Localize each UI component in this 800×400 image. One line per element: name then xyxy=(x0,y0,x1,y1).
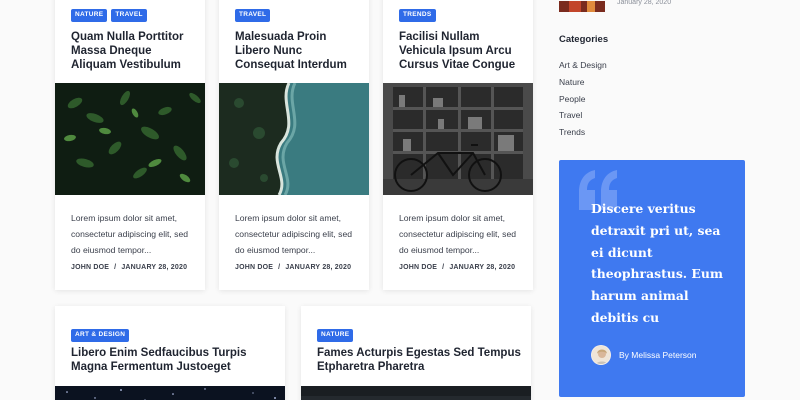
post-tags: Trends xyxy=(399,9,436,22)
post-tags: Art & Design xyxy=(71,323,130,342)
post-tags: Nature Travel xyxy=(71,9,147,22)
quote-widget: Discere veritus detraxit pri ut, sea ei … xyxy=(559,160,745,397)
post-author[interactable]: JOHN DOE xyxy=(235,264,273,271)
post-image-leaves[interactable] xyxy=(55,83,205,195)
categories-list: Art & Design Nature People Travel Trends xyxy=(559,58,607,142)
category-link-nature[interactable]: Nature xyxy=(559,75,607,92)
post-title[interactable]: Facilisi Nullam Vehicula Ipsum Arcu Curs… xyxy=(399,30,525,72)
quote-text: Discere veritus detraxit pri ut, sea ei … xyxy=(591,201,723,325)
post-card[interactable]: Art & Design Libero Enim Sedfaucibus Tur… xyxy=(55,306,285,400)
post-image-coast[interactable] xyxy=(219,83,369,195)
tag-nature[interactable]: Nature xyxy=(71,9,108,22)
post-meta: JOHN DOE / JANUARY 28, 2020 xyxy=(71,264,188,271)
quote-author-name: By Melissa Peterson xyxy=(619,350,697,360)
post-date: JANUARY 28, 2020 xyxy=(285,264,352,271)
post-title[interactable]: Quam Nulla Porttitor Massa Dneque Aliqua… xyxy=(71,30,197,72)
post-author[interactable]: JOHN DOE xyxy=(399,264,437,271)
post-title[interactable]: Malesuada Proin Libero Nunc Consequat In… xyxy=(235,30,361,72)
tag-travel[interactable]: Travel xyxy=(235,9,271,22)
categories-heading: Categories xyxy=(559,34,609,45)
post-card[interactable]: Trends Facilisi Nullam Vehicula Ipsum Ar… xyxy=(383,0,533,290)
post-excerpt: Lorem ipsum dolor sit amet, consectetur … xyxy=(399,213,517,255)
category-link-art-design[interactable]: Art & Design xyxy=(559,58,607,75)
post-title[interactable]: Libero Enim Sedfaucibus Turpis Magna Fer… xyxy=(71,346,275,374)
category-link-trends[interactable]: Trends xyxy=(559,125,607,142)
post-author[interactable]: JOHN DOE xyxy=(71,264,109,271)
category-link-people[interactable]: People xyxy=(559,92,607,109)
post-image-bookshelf[interactable] xyxy=(383,83,533,195)
tag-travel[interactable]: Travel xyxy=(111,9,147,22)
avatar xyxy=(591,345,611,365)
tag-trends[interactable]: Trends xyxy=(399,9,436,22)
category-link-travel[interactable]: Travel xyxy=(559,108,607,125)
post-meta: JOHN DOE / JANUARY 28, 2020 xyxy=(235,264,352,271)
post-excerpt: Lorem ipsum dolor sit amet, consectetur … xyxy=(71,213,189,255)
tag-art-design[interactable]: Art & Design xyxy=(71,329,130,342)
post-image-dark-landscape[interactable] xyxy=(301,386,531,400)
post-date: JANUARY 28, 2020 xyxy=(121,264,188,271)
post-card[interactable]: Nature Fames Acturpis Egestas Sed Tempus… xyxy=(301,306,531,400)
tag-nature[interactable]: Nature xyxy=(317,329,354,342)
quote-author: By Melissa Peterson xyxy=(591,345,696,365)
post-meta: JOHN DOE / JANUARY 28, 2020 xyxy=(399,264,516,271)
recent-post-thumbnail[interactable] xyxy=(559,0,605,12)
post-image-starry-sky[interactable] xyxy=(55,386,285,400)
post-excerpt: Lorem ipsum dolor sit amet, consectetur … xyxy=(235,213,353,255)
recent-post-date: January 28, 2020 xyxy=(617,0,672,6)
post-card[interactable]: Nature Travel Quam Nulla Porttitor Massa… xyxy=(55,0,205,290)
post-date: JANUARY 28, 2020 xyxy=(449,264,516,271)
post-card[interactable]: Travel Malesuada Proin Libero Nunc Conse… xyxy=(219,0,369,290)
post-tags: Travel xyxy=(235,9,271,22)
post-title[interactable]: Fames Acturpis Egestas Sed Tempus Etphar… xyxy=(317,346,521,374)
post-tags: Nature xyxy=(317,323,354,342)
